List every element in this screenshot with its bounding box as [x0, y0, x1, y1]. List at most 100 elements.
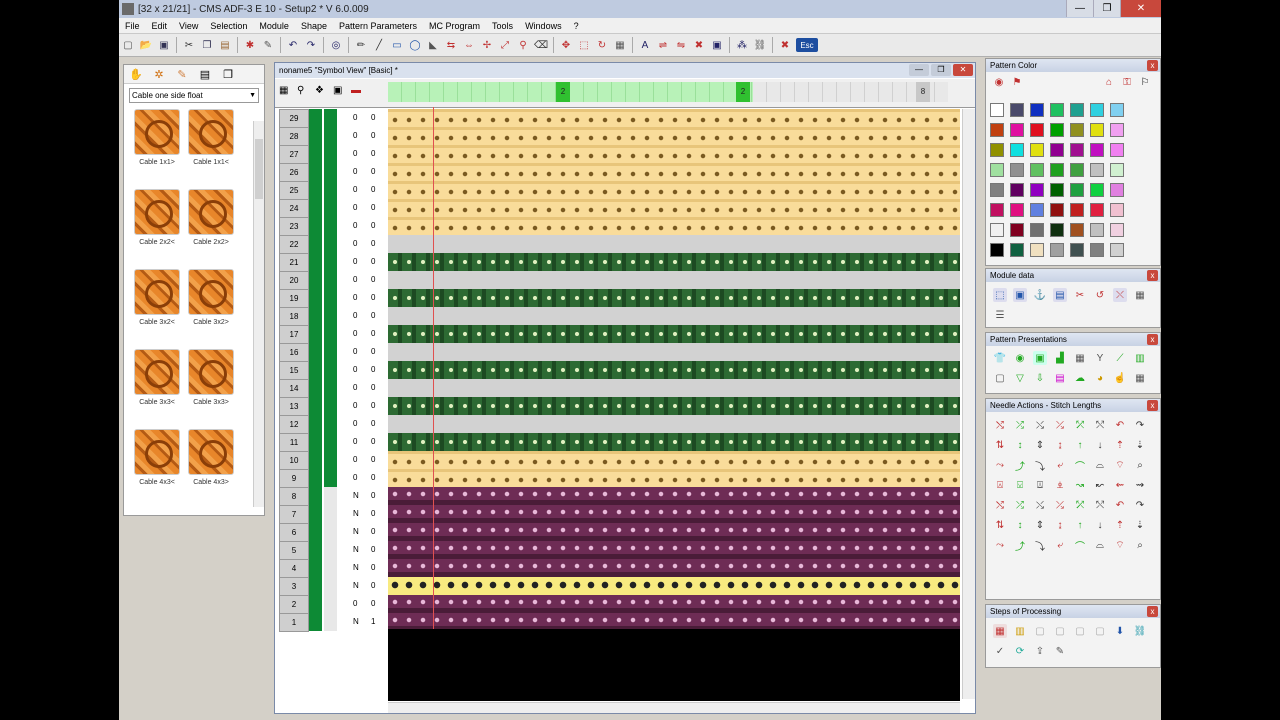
stitch-row[interactable] — [388, 379, 960, 397]
module-icon[interactable]: ✱ — [243, 38, 257, 52]
grid-tab-icon[interactable]: ▤ — [196, 67, 214, 81]
row-module-cell[interactable] — [324, 523, 337, 541]
color-swatch[interactable] — [1090, 183, 1104, 197]
color-wheel-icon[interactable]: ◕ — [1093, 371, 1107, 385]
panel-close-icon[interactable]: x — [1147, 606, 1158, 617]
row-module-cell[interactable] — [324, 541, 337, 559]
color-swatch[interactable] — [1090, 223, 1104, 237]
new-file-icon[interactable]: ▢ — [121, 38, 135, 52]
needle-action-icon[interactable]: ↑ — [1073, 518, 1087, 532]
row-module-cell[interactable] — [324, 379, 337, 397]
row-module-cell[interactable] — [324, 199, 337, 217]
menu-item[interactable]: Windows — [525, 21, 562, 31]
stitch-row[interactable] — [388, 397, 960, 415]
chart-icon[interactable]: ▟ — [1053, 351, 1067, 365]
row-module-cell[interactable] — [309, 595, 322, 613]
ruler-marker[interactable]: 2 — [736, 82, 750, 102]
needle-action-icon[interactable]: ⌓ — [1093, 458, 1107, 472]
color-swatch[interactable] — [1070, 123, 1084, 137]
color-swatch[interactable] — [1050, 163, 1064, 177]
row-module-cell[interactable] — [309, 361, 322, 379]
needle-action-icon[interactable]: ⍓ — [993, 478, 1007, 492]
row-module-cell[interactable] — [324, 451, 337, 469]
cable-module-item[interactable]: Cable 1x1> — [132, 109, 182, 185]
needle-action-icon[interactable]: ↑ — [1073, 438, 1087, 452]
row-header[interactable]: 7 N 0 — [279, 505, 383, 524]
panel-close-icon[interactable]: x — [1147, 60, 1158, 71]
color-swatch[interactable] — [1110, 183, 1124, 197]
row-header[interactable]: 16 0 0 — [279, 343, 383, 362]
needle-action-icon[interactable]: ⤭ — [993, 418, 1007, 432]
row-module-cell[interactable] — [324, 127, 337, 145]
row-header[interactable]: 11 0 0 — [279, 433, 383, 452]
row-module-cell[interactable] — [324, 487, 337, 505]
row-module-cell[interactable] — [324, 253, 337, 271]
color-swatch[interactable] — [1050, 223, 1064, 237]
needle-action-icon[interactable]: ↶ — [1113, 498, 1127, 512]
row-module-cell[interactable] — [324, 235, 337, 253]
row-module-cell[interactable] — [309, 451, 322, 469]
needle-action-icon[interactable]: ↝ — [1073, 478, 1087, 492]
color-swatch[interactable] — [1050, 103, 1064, 117]
cable-module-item[interactable]: Cable 3x3> — [186, 349, 236, 425]
stitch-row[interactable] — [388, 595, 960, 613]
page-icon[interactable]: ▣ — [333, 85, 345, 97]
undo-icon[interactable]: ↶ — [286, 38, 300, 52]
color-swatch[interactable] — [1010, 183, 1024, 197]
rotate-icon[interactable]: ↻ — [595, 38, 609, 52]
needle-action-icon[interactable]: ↨ — [1053, 518, 1067, 532]
color-swatch[interactable] — [1090, 203, 1104, 217]
needle-action-icon[interactable]: ↜ — [1093, 478, 1107, 492]
needle-action-icon[interactable]: ⌕ — [1133, 458, 1147, 472]
stitch-row[interactable] — [388, 433, 960, 451]
module-category-select[interactable]: Cable one side float ▼ — [129, 88, 259, 103]
row-header[interactable]: 17 0 0 — [279, 325, 383, 344]
monitor-icon[interactable]: ▣ — [710, 38, 724, 52]
save-icon[interactable]: ▣ — [157, 38, 171, 52]
doc-minimize-button[interactable]: — — [909, 64, 929, 76]
minimize-button[interactable]: — — [1066, 0, 1093, 17]
stitch-row[interactable] — [388, 577, 960, 595]
row-module-cell[interactable] — [309, 163, 322, 181]
repeat-icon[interactable]: ↺ — [1093, 288, 1107, 302]
row-module-cell[interactable] — [309, 109, 322, 127]
row-header[interactable]: 29 0 0 — [279, 109, 383, 128]
house-icon[interactable]: ⌂ — [1102, 75, 1116, 89]
stitch-row[interactable] — [388, 307, 960, 325]
row-header[interactable]: 12 0 0 — [279, 415, 383, 434]
color-swatch[interactable] — [990, 223, 1004, 237]
row-header[interactable]: 15 0 0 — [279, 361, 383, 380]
row-header[interactable]: 23 0 0 — [279, 217, 383, 236]
paste-icon[interactable]: ▤ — [218, 38, 232, 52]
needle-action-icon[interactable]: ↕ — [1013, 518, 1027, 532]
knit-view-icon[interactable]: ▣ — [1033, 351, 1047, 365]
stitch-row[interactable] — [388, 253, 960, 271]
fork-icon[interactable]: Y — [1093, 351, 1107, 365]
cable-module-item[interactable]: Cable 4x3> — [186, 429, 236, 505]
connect-icon[interactable]: ⁂ — [735, 38, 749, 52]
menu-item[interactable]: Edit — [152, 21, 168, 31]
color-swatch[interactable] — [1110, 223, 1124, 237]
cable-module-item[interactable]: Cable 2x2> — [186, 189, 236, 265]
needle-action-icon[interactable]: ⤵ — [1033, 538, 1047, 553]
needle-action-icon[interactable]: ⇕ — [1033, 438, 1047, 452]
stitch-row[interactable] — [388, 199, 960, 217]
menu-item[interactable]: Selection — [210, 21, 247, 31]
color-swatch[interactable] — [1070, 203, 1084, 217]
row-module-cell[interactable] — [324, 361, 337, 379]
replace-icon[interactable]: ⇋ — [674, 38, 688, 52]
needle-action-icon[interactable]: ⌔ — [1113, 538, 1127, 552]
row-module-cell[interactable] — [324, 109, 337, 127]
stitch-row[interactable] — [388, 235, 960, 253]
step-module-icon[interactable]: ▥ — [1013, 624, 1027, 638]
color-swatch[interactable] — [1030, 163, 1044, 177]
step-blank-icon[interactable]: ▢ — [1093, 624, 1107, 638]
cable-module-item[interactable]: Cable 4x3< — [132, 429, 182, 505]
arrow-down-icon[interactable]: ⇩ — [1033, 371, 1047, 385]
color-swatch[interactable] — [1070, 103, 1084, 117]
color-swatch[interactable] — [1030, 123, 1044, 137]
menu-item[interactable]: Tools — [492, 21, 513, 31]
row-module-cell[interactable] — [324, 343, 337, 361]
menu-item[interactable]: File — [125, 21, 140, 31]
color-swatch[interactable] — [1050, 183, 1064, 197]
